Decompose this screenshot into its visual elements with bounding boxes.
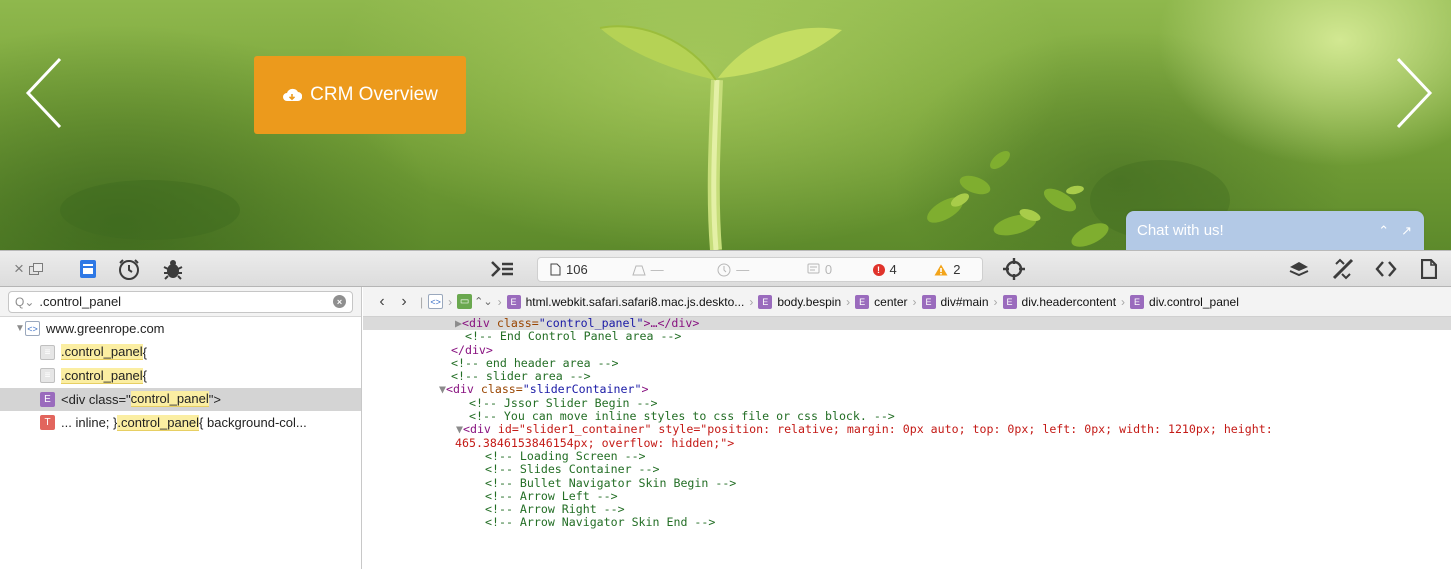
dom-line[interactable]: <!-- End Control Panel area --> — [363, 329, 1451, 343]
cloud-download-icon — [283, 88, 303, 102]
chevron-left-icon — [25, 57, 62, 129]
search-icon: Q⌄ — [15, 294, 35, 309]
text-node-icon: T — [40, 415, 55, 431]
dom-line[interactable]: 465.3846153846154px; overflow: hidden;"> — [363, 436, 1451, 450]
document-icon[interactable]: <> — [428, 294, 444, 309]
stylesheet-rule-icon: ≡ — [40, 368, 55, 384]
inspector-toolbar: × 106 — — 0 ! 4 2 — [0, 250, 1451, 287]
dom-tree-panel: ‹ › | <> › ▭ ⌃⌄ › Ehtml.webkit.safari.sa… — [363, 287, 1451, 569]
back-arrow-icon[interactable]: ‹ — [371, 293, 393, 311]
code-brackets-icon[interactable] — [1373, 251, 1399, 287]
clock-icon — [717, 263, 731, 276]
document-icon: <> — [25, 321, 40, 337]
dom-line[interactable]: <!-- You can move inline styles to css f… — [363, 409, 1451, 423]
dom-line[interactable]: <!-- Arrow Navigator Skin End --> — [363, 516, 1451, 530]
weight-icon — [631, 265, 646, 275]
elapsed-time[interactable]: — — [705, 262, 795, 277]
search-bar: Q⌄ × — [0, 287, 361, 317]
resources-count[interactable]: 106 — [538, 262, 620, 277]
search-input[interactable] — [39, 294, 328, 309]
log-icon — [807, 263, 820, 274]
result-item[interactable]: T ... inline; } .control_panel { backgro… — [0, 411, 361, 435]
breadcrumb-item[interactable]: Ediv#main — [921, 294, 989, 309]
layers-icon[interactable] — [1287, 251, 1311, 287]
frame-icon[interactable]: ▭ — [457, 294, 473, 309]
load-time[interactable]: — — [620, 262, 706, 277]
slider-prev-arrow[interactable] — [22, 55, 66, 131]
document-details-icon[interactable] — [1418, 251, 1440, 287]
dom-line[interactable]: <!-- Slides Container --> — [363, 462, 1451, 476]
popout-arrow-icon[interactable]: ↗ — [1401, 223, 1412, 239]
result-domain-row[interactable]: ▼ <> www.greenrope.com — [0, 317, 361, 341]
dom-source: ▶<div class="control_panel">…</div> <!--… — [363, 316, 1451, 530]
frame-selector-icon[interactable]: ⌃⌄ — [474, 295, 492, 308]
forward-arrow-icon[interactable]: › — [393, 293, 415, 311]
dom-line[interactable]: </div> — [363, 343, 1451, 357]
error-icon: ! — [872, 263, 885, 276]
chat-widget[interactable]: Chat with us! ⌃ ↗ — [1126, 211, 1424, 250]
dom-line[interactable]: ▼<div class="sliderContainer"> — [363, 383, 1451, 396]
dom-line[interactable]: <!-- end header area --> — [363, 356, 1451, 370]
chat-title: Chat with us! — [1137, 222, 1224, 239]
close-inspector-icon[interactable]: × — [12, 251, 26, 287]
crm-overview-label: CRM Overview — [310, 84, 438, 105]
breadcrumb-item[interactable]: Ehtml.webkit.safari.safari8.mac.js.deskt… — [506, 294, 744, 309]
undock-icon[interactable] — [27, 251, 45, 287]
dom-line[interactable]: <!-- Arrow Left --> — [363, 489, 1451, 503]
crm-overview-button[interactable]: CRM Overview — [254, 56, 466, 134]
warning-icon — [934, 264, 948, 275]
document-icon — [550, 263, 561, 276]
search-results-tree: ▼ <> www.greenrope.com ≡ .control_panel … — [0, 317, 361, 435]
hero-banner: CRM Overview Chat with us! ⌃ ↗ — [0, 0, 1451, 250]
result-item[interactable]: ≡ .control_panel { — [0, 341, 361, 365]
styles-brush-icon[interactable] — [1330, 251, 1358, 287]
dom-line[interactable]: <!-- Loading Screen --> — [363, 449, 1451, 463]
breadcrumb-item[interactable]: Ebody.bespin — [758, 294, 841, 309]
search-field[interactable]: Q⌄ × — [8, 290, 353, 313]
clear-search-icon[interactable]: × — [333, 295, 346, 308]
element-icon: E — [40, 391, 55, 407]
timeline-tab-icon[interactable] — [116, 251, 142, 287]
search-results-sidebar: Q⌄ × ▼ <> www.greenrope.com ≡ .control_p… — [0, 287, 362, 569]
disclosure-triangle-icon[interactable]: ▼ — [15, 323, 25, 334]
breadcrumb-item[interactable]: Ecenter — [855, 294, 908, 309]
result-item-selected[interactable]: E <div class=" control_panel "> — [0, 387, 361, 411]
console-prompt-icon[interactable] — [488, 251, 516, 287]
inspect-element-crosshair-icon[interactable] — [1000, 251, 1028, 287]
debugger-tab-icon[interactable] — [160, 251, 186, 287]
resources-tab-icon[interactable] — [77, 251, 99, 287]
dom-line[interactable]: <!-- Arrow Right --> — [363, 502, 1451, 516]
dom-line[interactable]: <!-- Jssor Slider Begin --> — [363, 396, 1451, 410]
slider-next-arrow[interactable] — [1392, 55, 1436, 131]
chevron-up-icon[interactable]: ⌃ — [1378, 223, 1389, 239]
dom-line[interactable]: <!-- Bullet Navigator Skin Begin --> — [363, 476, 1451, 490]
dom-line-selected[interactable]: ▶<div class="control_panel">…</div> — [363, 316, 1451, 331]
dashboard-segment[interactable]: 106 — — 0 ! 4 2 — [537, 257, 983, 282]
breadcrumb-item[interactable]: Ediv.headercontent — [1002, 294, 1116, 309]
logs-count[interactable]: 0 — [795, 262, 861, 277]
stylesheet-rule-icon: ≡ — [40, 344, 55, 360]
dom-line[interactable]: <!-- slider area --> — [363, 369, 1451, 383]
errors-count[interactable]: ! 4 — [861, 262, 923, 277]
chevron-right-icon — [1396, 57, 1433, 129]
breadcrumb-item[interactable]: Ediv.control_panel — [1130, 294, 1239, 309]
result-item[interactable]: ≡ .control_panel { — [0, 364, 361, 388]
dom-line[interactable]: ▼<div id="slider1_container" style="posi… — [363, 423, 1451, 436]
warnings-count[interactable]: 2 — [922, 262, 982, 277]
breadcrumb: ‹ › | <> › ▭ ⌃⌄ › Ehtml.webkit.safari.sa… — [363, 287, 1451, 317]
